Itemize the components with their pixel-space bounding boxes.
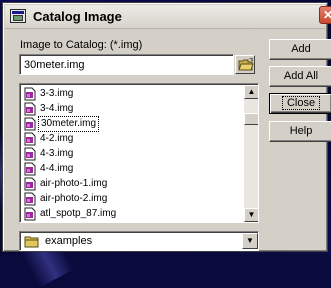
close-window-button[interactable]: ✕ [319,6,331,24]
img-file-icon [24,132,36,146]
img-file-icon [24,192,36,206]
directory-dropdown[interactable]: examples ▼ [19,231,259,251]
close-button[interactable]: Close [269,93,331,114]
file-list-item[interactable]: 4-4.img [22,162,242,176]
open-folder-icon [238,58,254,71]
file-name: air-photo-2.img [40,193,108,204]
file-list-item[interactable]: air-photo-2.img [22,192,242,206]
file-name: air-photo-1.img [40,178,108,189]
file-list-item[interactable]: 3-4.img [22,102,242,116]
file-list[interactable]: 3-3.img 3-4.img 30meter.img 4-2.img 4-3.img 4… [19,83,259,223]
filename-input[interactable]: 30meter.img [19,54,234,75]
browse-folder-button[interactable] [235,55,255,74]
directory-dropdown-arrow[interactable]: ▼ [242,233,258,249]
folder-icon [24,236,39,248]
file-name: atl_spotp_87.img [40,208,117,219]
img-file-icon [24,177,36,191]
directory-value: examples [45,235,93,247]
scroll-thumb[interactable] [244,113,258,125]
image-to-catalog-label: Image to Catalog: (*.img) [20,39,143,51]
file-name: 4-3.img [40,148,74,159]
scroll-down-button[interactable]: ▼ [244,208,258,222]
scroll-up-button[interactable]: ▲ [244,85,258,99]
help-button[interactable]: Help [269,121,331,142]
img-file-icon [24,102,36,116]
file-list-scrollbar[interactable]: ▲ ▼ [244,85,258,222]
add-all-button[interactable]: Add All [269,66,331,87]
add-button[interactable]: Add [269,39,331,60]
img-file-icon [24,87,36,101]
file-list-item[interactable]: 4-3.img [22,147,242,161]
file-list-item[interactable]: air-photo-1.img [22,177,242,191]
img-file-icon [24,162,36,176]
file-list-item[interactable]: 4-2.img [22,132,242,146]
close-button-label: Close [281,96,321,110]
catalog-image-dialog: Catalog Image ✕ Image to Catalog: (*.img… [2,2,331,252]
title-bar: Catalog Image [5,5,325,29]
catalog-image-icon [10,9,26,23]
file-name: 30meter.img [38,116,100,132]
file-list-item[interactable]: 3-3.img [22,87,242,101]
dialog-title: Catalog Image [33,9,122,24]
file-name: 4-4.img [40,163,74,174]
file-name: 3-4.img [40,103,74,114]
img-file-icon [24,147,36,161]
file-name: 4-2.img [40,133,74,144]
file-list-item[interactable]: atl_spotp_87.img [22,207,242,221]
file-list-item[interactable]: 30meter.img [22,116,242,132]
file-name: 3-3.img [40,88,74,99]
img-file-icon [24,117,36,131]
img-file-icon [24,207,36,221]
